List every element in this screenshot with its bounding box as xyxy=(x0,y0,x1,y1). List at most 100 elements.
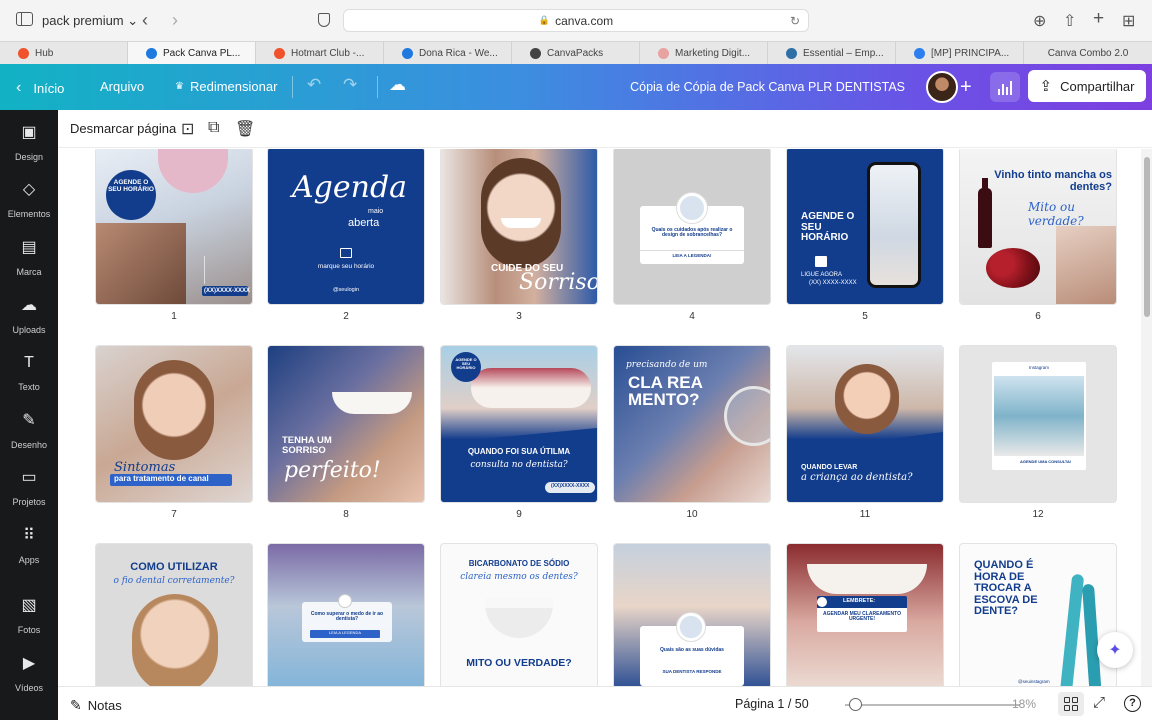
profile-selector[interactable]: pack premium ⌄ xyxy=(42,13,138,29)
card-text: CLA REA MENTO? xyxy=(628,373,703,409)
share-button[interactable]: ⇪ Compartilhar xyxy=(1028,70,1146,102)
badge-circle xyxy=(106,170,156,220)
page-thumbnail[interactable]: Instagram AGENDE UMA CONSULTA! xyxy=(960,346,1116,502)
rail-item-desenho[interactable]: ✎ Desenho xyxy=(0,411,58,453)
tab-label: CanvaPacks xyxy=(547,48,604,59)
duplicate-page-icon[interactable]: ⧉ xyxy=(208,119,219,137)
rail-item-marca[interactable]: ▤ Marca xyxy=(0,238,58,280)
deselect-page-button[interactable]: Desmarcar página xyxy=(70,121,176,136)
grid-view-icon[interactable] xyxy=(1058,692,1084,716)
reload-icon[interactable]: ↻ xyxy=(790,14,800,28)
rail-item-design[interactable]: ▣ Design xyxy=(0,123,58,165)
divider xyxy=(640,250,744,251)
rail-item-apps[interactable]: ⠿ Apps xyxy=(0,526,58,568)
page-thumbnail[interactable]: Sintomas para tratamento de canal xyxy=(96,346,252,502)
redo-icon[interactable]: ↷ xyxy=(343,75,357,95)
browser-tab[interactable]: Essential – Emp... xyxy=(768,42,896,65)
scroll-thumb[interactable] xyxy=(1144,157,1150,317)
sidebar-toggle-icon[interactable] xyxy=(16,12,33,26)
help-icon[interactable]: ? xyxy=(1124,695,1141,712)
rail-item-elementos[interactable]: ◇ Elementos xyxy=(0,180,58,222)
page-thumbnail[interactable]: Como superar o medo de ir ao dentista? L… xyxy=(268,544,424,686)
zoom-slider-track[interactable] xyxy=(845,704,1020,706)
page-thumbnail[interactable]: CUIDE DO SEU Sorriso! xyxy=(441,149,597,304)
card-text: AGENDAR MEU CLAREAMENTO URGENTE! xyxy=(823,611,901,623)
page-thumbnail[interactable]: AGENDE O SEU HORÁRIO (XX)XXXX-XXXX xyxy=(96,149,252,304)
toothbrush xyxy=(1081,583,1103,686)
browser-tab[interactable]: Canva Combo 2.0 xyxy=(1024,42,1152,65)
user-avatar[interactable] xyxy=(926,71,958,103)
rail-label: Elementos xyxy=(7,209,51,219)
document-title[interactable]: Cópia de Cópia de Pack Canva PLR DENTIST… xyxy=(630,80,905,94)
browser-tab[interactable]: Dona Rica - We... xyxy=(384,42,512,65)
teeth-shape xyxy=(332,392,412,414)
insights-icon[interactable] xyxy=(990,72,1020,102)
page-thumbnail[interactable]: precisando de um CLA REA MENTO? xyxy=(614,346,770,502)
browser-tab[interactable]: Hub xyxy=(0,42,128,65)
page-thumbnail[interactable]: AGENDE O SEU HORÁRIO LIGUE AGORA (XX) XX… xyxy=(787,149,943,304)
zoom-slider-knob[interactable] xyxy=(849,698,862,711)
face-photo xyxy=(134,360,214,460)
rail-item-fotos[interactable]: ▧ Fotos xyxy=(0,596,58,638)
back-chevron-icon: ‹ xyxy=(16,79,22,96)
back-icon[interactable]: ‹ xyxy=(142,10,148,31)
page-thumbnail[interactable]: QUANDO LEVAR a criança ao dentista? xyxy=(787,346,943,502)
address-bar[interactable]: 🔒 canva.com ↻ xyxy=(343,9,809,32)
page-number: 4 xyxy=(689,311,695,322)
page-number: 2 xyxy=(343,311,349,322)
page-thumbnail[interactable]: Quais são as suas dúvidas SUA DENTISTA R… xyxy=(614,544,770,686)
profile-name: pack premium xyxy=(42,13,124,28)
vertical-scrollbar[interactable] xyxy=(1141,149,1152,686)
page-thumbnail[interactable]: Agenda maio aberta marque seu horário @s… xyxy=(268,149,424,304)
notes-button[interactable]: ✎ Notas xyxy=(70,697,122,714)
card-text: AGENDE O SEU HORÁRIO xyxy=(108,179,154,193)
editor-header: ‹ Início Arquivo ♛ Redimensionar ↶ ↷ ☁ Cóp… xyxy=(0,64,1152,110)
card-text: consulta no dentista? xyxy=(470,460,568,470)
cloud-saved-icon[interactable]: ☁ xyxy=(389,75,406,95)
new-tab-icon[interactable]: + xyxy=(1093,8,1104,30)
download-icon[interactable]: ⊕ xyxy=(1033,11,1046,31)
page-thumbnail[interactable]: QUANDO É HORA DE TROCAR A ESCOVA DE DENT… xyxy=(960,544,1116,686)
rail-item-vídeos[interactable]: ▶ Vídeos xyxy=(0,654,58,696)
fullscreen-icon[interactable]: ⤢ xyxy=(1093,694,1105,711)
rail-label: Apps xyxy=(18,555,40,565)
rail-label: Desenho xyxy=(10,440,48,450)
card-text: Como superar o medo de ir ao dentista? xyxy=(310,611,384,623)
trash-icon[interactable]: 🗑 xyxy=(235,119,255,139)
card-text: AGENDE UMA CONSULTA! xyxy=(1020,459,1072,464)
browser-tab[interactable]: CanvaPacks xyxy=(512,42,640,65)
home-button[interactable]: ‹ Início xyxy=(16,79,64,97)
card-text: MITO OU VERDADE? xyxy=(466,657,572,669)
page-thumbnail[interactable]: AGENDE O SEU HORÁRIO QUANDO FOI SUA ÚTIL… xyxy=(441,346,597,502)
rail-item-uploads[interactable]: ☁ Uploads xyxy=(0,296,58,338)
card-text: aberta xyxy=(348,217,380,229)
card-text: a criança ao dentista? xyxy=(801,472,913,483)
file-menu-button[interactable]: Arquivo xyxy=(100,79,144,94)
zoom-level[interactable]: 18% xyxy=(1012,697,1036,711)
browser-tab[interactable]: Marketing Digit... xyxy=(640,42,768,65)
page-thumbnail[interactable]: TENHA UM SORRISO perfeito! xyxy=(268,346,424,502)
share-icon[interactable]: ⇧ xyxy=(1063,11,1076,31)
undo-icon[interactable]: ↶ xyxy=(307,75,321,95)
add-page-icon[interactable]: ⊡ xyxy=(181,119,194,139)
tab-overview-icon[interactable]: ⊞ xyxy=(1122,11,1135,31)
browser-tab[interactable]: Pack Canva PL... xyxy=(128,42,256,65)
page-thumbnail[interactable]: COMO UTILIZAR o fio dental corretamente? xyxy=(96,544,252,686)
card-text: LEIA A LEGENDA xyxy=(328,630,362,635)
magic-sparkle-button[interactable]: ✦ xyxy=(1097,632,1133,668)
page-thumbnail[interactable]: LEMBRETE: AGENDAR MEU CLAREAMENTO URGENT… xyxy=(787,544,943,686)
card-text: Quais são as suas dúvidas xyxy=(660,647,724,653)
add-collaborator-icon[interactable]: + xyxy=(960,76,972,99)
page-thumbnail[interactable]: Quais os cuidados após realizar o design… xyxy=(614,149,770,304)
resize-button[interactable]: ♛ Redimensionar xyxy=(175,79,277,94)
browser-tab[interactable]: [MP] PRINCIPA... xyxy=(896,42,1024,65)
rail-item-projetos[interactable]: ▭ Projetos xyxy=(0,468,58,510)
page-thumbnail[interactable]: Vinho tinto mancha os dentes? Mito ou ve… xyxy=(960,149,1116,304)
face-photo xyxy=(132,594,218,686)
rail-item-texto[interactable]: T Texto xyxy=(0,353,58,395)
page-indicator[interactable]: Página 1 / 50 xyxy=(735,697,809,711)
page-thumbnail[interactable]: BICARBONATO DE SÓDIO clareia mesmo os de… xyxy=(441,544,597,686)
forward-icon[interactable]: › xyxy=(172,10,178,31)
browser-tab[interactable]: Hotmart Club -... xyxy=(256,42,384,65)
shield-icon[interactable] xyxy=(318,13,330,27)
